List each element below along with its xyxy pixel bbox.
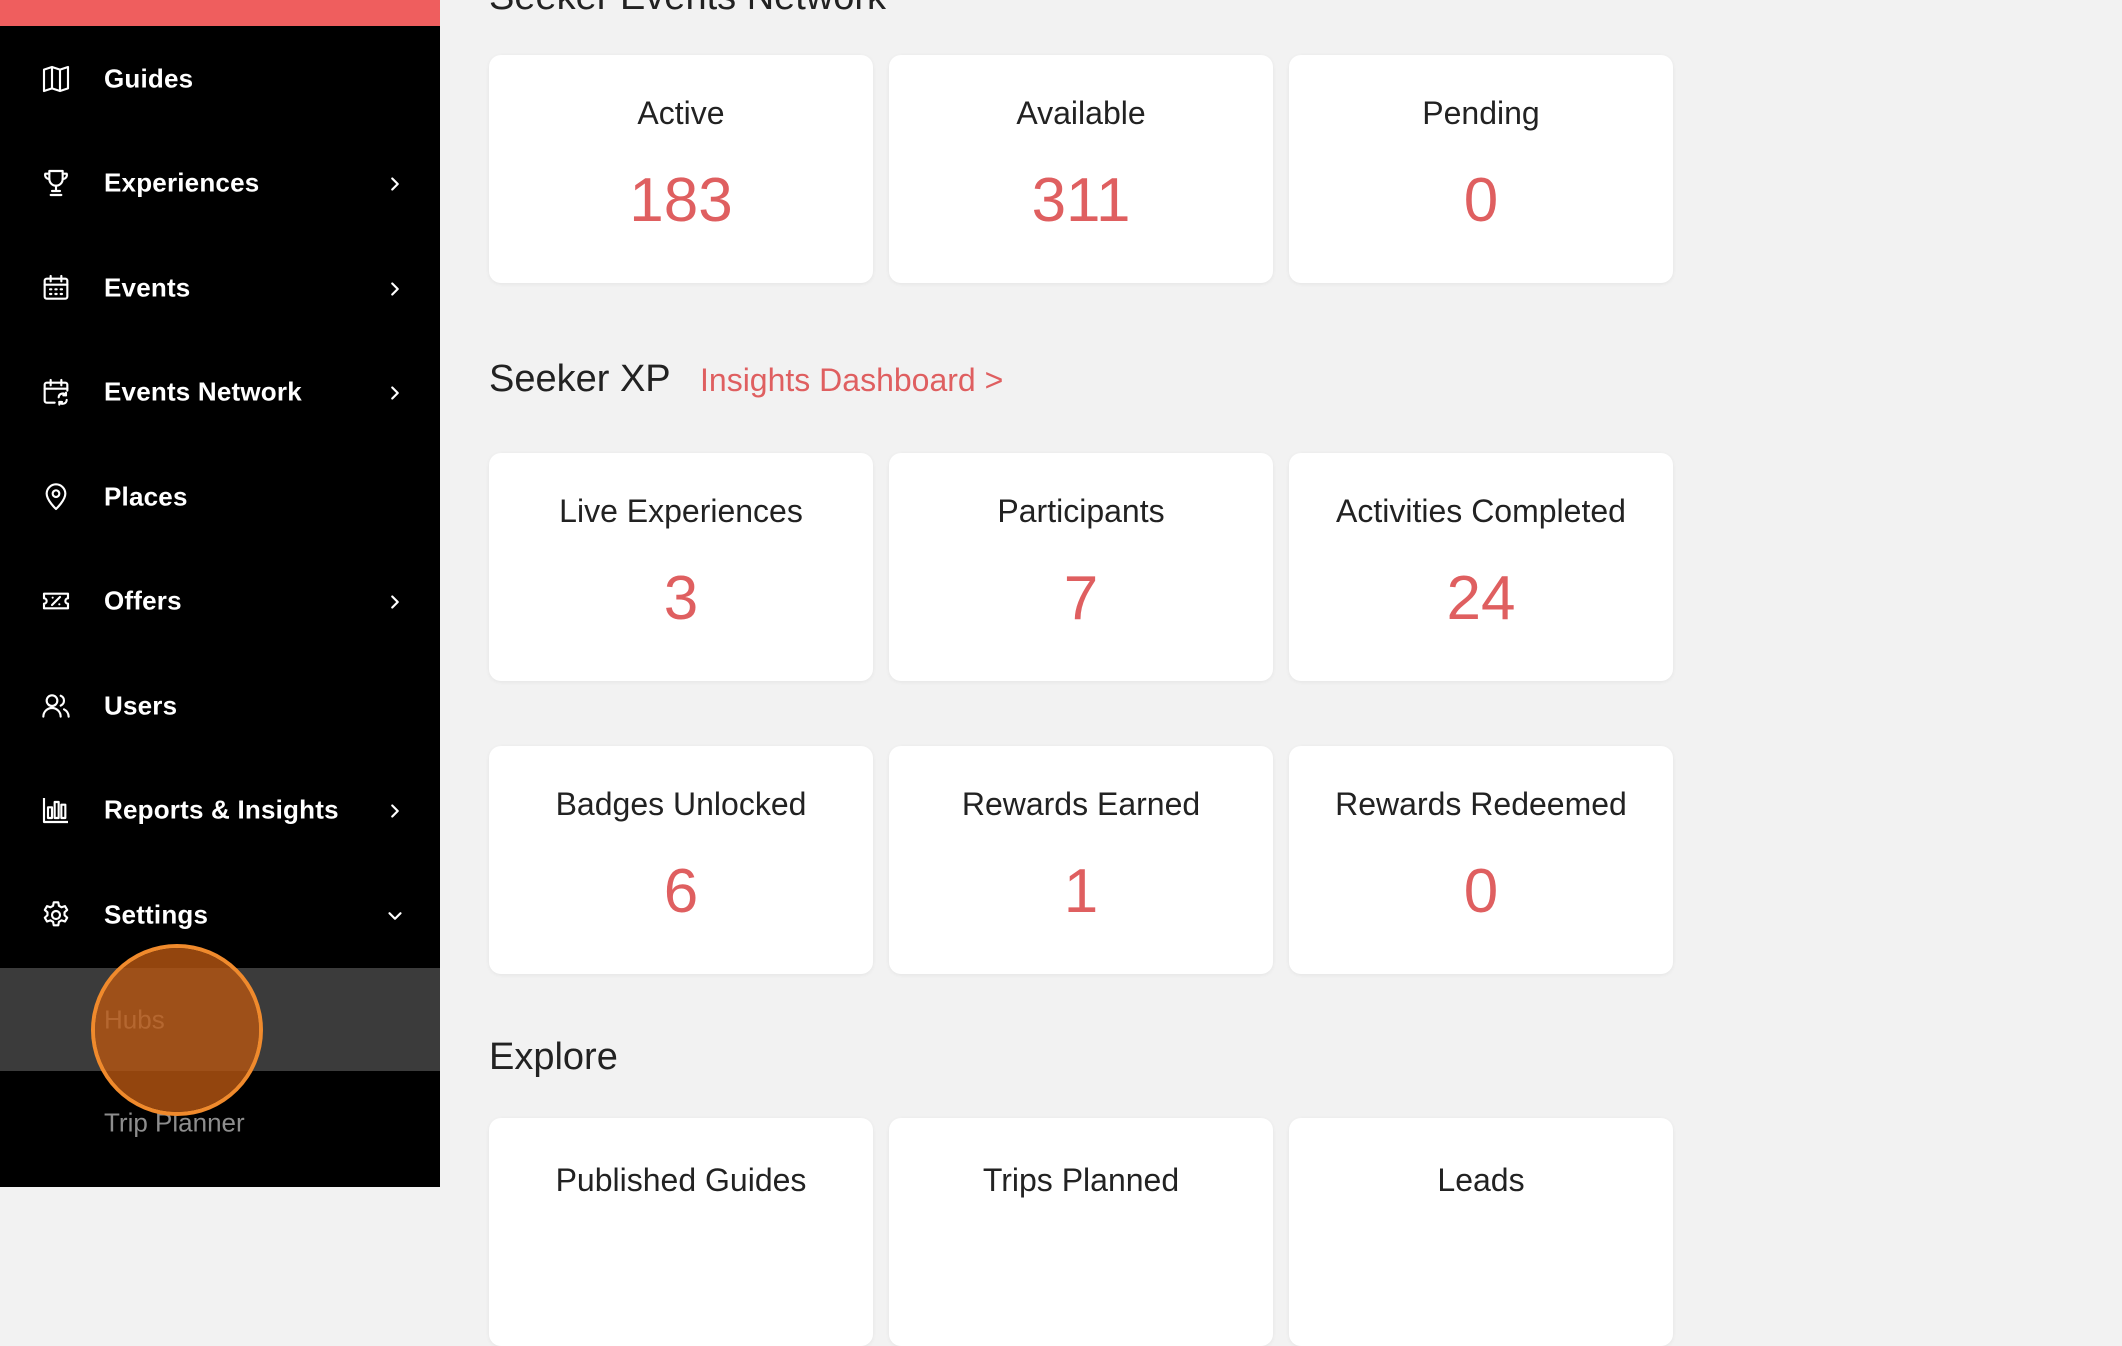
chevron-right-icon	[384, 173, 406, 195]
chevron-right-icon	[384, 278, 406, 300]
sidebar-item-label: Offers	[104, 585, 182, 616]
sidebar-subitem-label: Trip Planner	[104, 1107, 245, 1137]
stat-card-active: Active 183	[489, 55, 873, 283]
chevron-right-icon	[384, 800, 406, 822]
chevron-right-icon	[384, 382, 406, 404]
stat-label: Participants	[997, 493, 1165, 529]
sidebar-item-events[interactable]: Events	[0, 236, 440, 340]
stat-value: 24	[1446, 564, 1516, 633]
stat-label: Leads	[1437, 1162, 1525, 1198]
sidebar-item-label: Events	[104, 272, 191, 303]
sidebar: Guides Experiences Events Events Network	[0, 0, 440, 1187]
stat-card-activities-completed: Activities Completed 24	[1289, 453, 1673, 681]
sidebar-item-label: Reports & Insights	[104, 794, 339, 825]
section-title-explore: Explore	[489, 1036, 618, 1078]
users-icon	[40, 690, 72, 722]
stat-card-rewards-earned: Rewards Earned 1	[889, 746, 1273, 974]
stat-card-live-experiences: Live Experiences 3	[489, 453, 873, 681]
sidebar-item-experiences[interactable]: Experiences	[0, 131, 440, 235]
stat-label: Trips Planned	[982, 1162, 1180, 1198]
sidebar-subitem-hubs[interactable]: Hubs	[0, 968, 440, 1071]
dashboard-main: Seeker Events Network Active 183 Availab…	[440, 0, 2122, 1346]
sidebar-item-users[interactable]: Users	[0, 654, 440, 758]
stat-label: Active	[637, 95, 725, 131]
sidebar-item-label: Settings	[104, 899, 209, 930]
stat-label: Pending	[1422, 95, 1540, 131]
stat-card-trips-planned: Trips Planned	[889, 1118, 1273, 1346]
bar-chart-icon	[40, 794, 72, 826]
ticket-icon	[40, 585, 72, 617]
sidebar-item-label: Events Network	[104, 376, 302, 407]
stat-card-badges-unlocked: Badges Unlocked 6	[489, 746, 873, 974]
stat-card-pending: Pending 0	[1289, 55, 1673, 283]
sidebar-item-offers[interactable]: Offers	[0, 549, 440, 653]
sidebar-subitem-label: Hubs	[104, 1004, 165, 1034]
sidebar-item-reports-insights[interactable]: Reports & Insights	[0, 758, 440, 862]
stat-value: 0	[1463, 857, 1499, 926]
sidebar-item-events-network[interactable]: Events Network	[0, 340, 440, 444]
sidebar-item-settings[interactable]: Settings	[0, 863, 440, 967]
section-title-seeker-xp: Seeker XP	[489, 358, 671, 400]
stat-card-published-guides: Published Guides	[489, 1118, 873, 1346]
sidebar-subitem-trip-planner[interactable]: Trip Planner	[0, 1071, 440, 1174]
stat-card-leads: Leads	[1289, 1118, 1673, 1346]
chevron-right-icon	[384, 591, 406, 613]
stat-label: Live Experiences	[559, 493, 803, 529]
map-pin-icon	[40, 481, 72, 513]
stat-value: 6	[663, 857, 699, 926]
stat-value: 311	[1031, 166, 1131, 235]
stat-card-participants: Participants 7	[889, 453, 1273, 681]
section-title-events-network: Seeker Events Network	[489, 0, 886, 19]
stat-label: Rewards Redeemed	[1335, 786, 1627, 822]
stat-label: Badges Unlocked	[555, 786, 807, 822]
stat-label: Available	[1016, 95, 1146, 131]
stat-value: 1	[1063, 857, 1099, 926]
stat-card-available: Available 311	[889, 55, 1273, 283]
calendar-sync-icon	[40, 376, 72, 408]
gear-icon	[40, 899, 72, 931]
stat-value: 0	[1463, 166, 1499, 235]
map-icon	[40, 63, 72, 95]
stat-label: Published Guides	[555, 1162, 807, 1198]
insights-dashboard-link[interactable]: Insights Dashboard >	[700, 362, 1003, 399]
chevron-down-icon	[384, 905, 406, 927]
stat-value: 3	[663, 564, 699, 633]
sidebar-item-label: Places	[104, 481, 188, 512]
sidebar-item-label: Experiences	[104, 167, 260, 198]
sidebar-item-places[interactable]: Places	[0, 445, 440, 549]
sidebar-item-label: Users	[104, 690, 178, 721]
sidebar-item-label: Guides	[104, 63, 194, 94]
stat-card-rewards-redeemed: Rewards Redeemed 0	[1289, 746, 1673, 974]
stat-label: Activities Completed	[1336, 493, 1626, 529]
trophy-icon	[40, 167, 72, 199]
stat-label: Rewards Earned	[961, 786, 1201, 822]
calendar-icon	[40, 272, 72, 304]
stat-value: 7	[1063, 564, 1099, 633]
stat-value: 183	[629, 166, 733, 235]
sidebar-item-guides[interactable]: Guides	[0, 27, 440, 131]
sidebar-top-accent	[0, 0, 440, 26]
